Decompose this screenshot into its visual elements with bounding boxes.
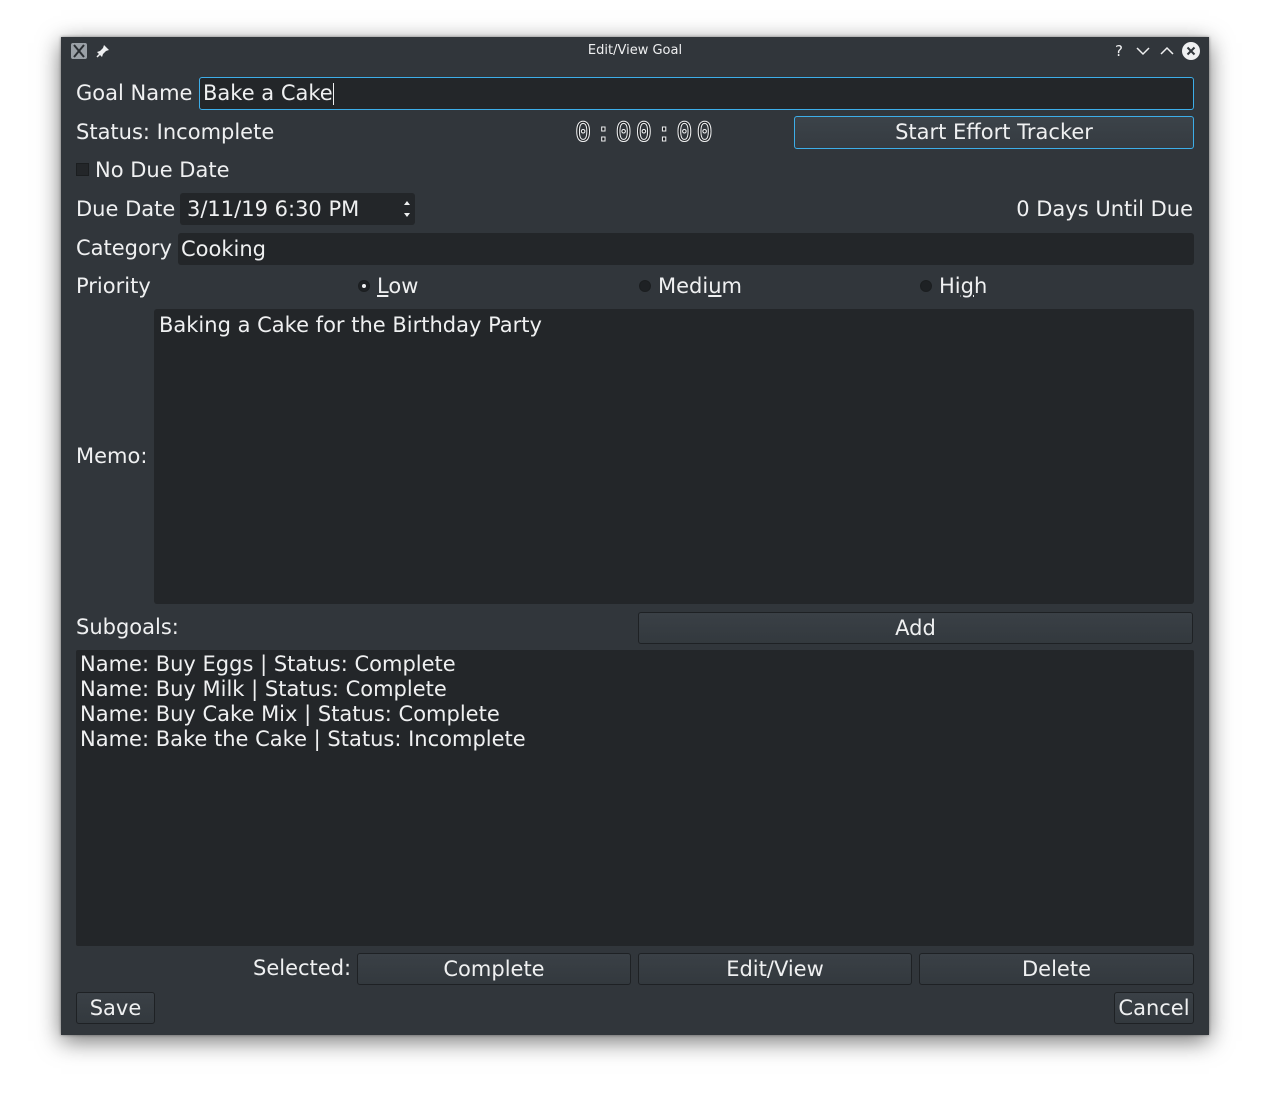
goal-name-input[interactable]: Bake a Cake [199,77,1194,110]
priority-high-radio[interactable] [920,280,932,292]
list-item[interactable]: Name: Buy Milk | Status: Complete [80,677,1190,702]
memo-textarea[interactable]: Baking a Cake for the Birthday Party [154,309,1194,604]
list-item[interactable]: Name: Buy Cake Mix | Status: Complete [80,702,1190,727]
priority-high-label[interactable]: High [939,274,987,298]
save-button[interactable]: Save [76,992,155,1024]
memo-label: Memo: [76,444,148,468]
close-icon[interactable] [1182,42,1200,60]
text-cursor [332,83,334,105]
priority-medium-label[interactable]: Medium [658,274,742,298]
priority-low-radio[interactable] [358,280,370,292]
memo-value: Baking a Cake for the Birthday Party [159,313,542,337]
help-button[interactable]: ? [1110,42,1128,60]
no-due-date-label: No Due Date [95,158,230,182]
chevron-down-icon[interactable] [1134,42,1152,60]
start-effort-tracker-button[interactable]: Start Effort Tracker [794,116,1194,149]
spinner-arrows-icon [404,201,410,217]
due-date-input[interactable]: 3/11/19 6:30 PM [180,193,415,225]
priority-label: Priority [76,274,151,298]
delete-button[interactable]: Delete [919,953,1194,985]
category-label: Category [76,236,172,260]
subgoals-label: Subgoals: [76,615,179,639]
list-item[interactable]: Name: Bake the Cake | Status: Incomplete [80,727,1190,752]
due-date-value: 3/11/19 6:30 PM [187,197,360,221]
title-bar: Edit/View Goal ? [61,37,1209,65]
subgoals-list[interactable]: Name: Buy Eggs | Status: Complete Name: … [76,650,1194,946]
priority-medium-radio[interactable] [639,280,651,292]
selected-label: Selected: [253,956,352,980]
add-subgoal-button[interactable]: Add [638,612,1193,644]
goal-name-label: Goal Name [76,81,193,105]
status-label: Status: Incomplete [76,120,275,144]
chevron-up-icon[interactable] [1158,42,1176,60]
window-title: Edit/View Goal [587,43,683,58]
days-until-due: 0 Days Until Due [1016,197,1193,221]
goal-name-value: Bake a Cake [203,81,333,105]
effort-timer: 0:00:00 [575,117,717,149]
edit-view-goal-dialog: Edit/View Goal ? Goal Name Bake a Cake S… [61,37,1209,1035]
edit-view-button[interactable]: Edit/View [638,953,912,985]
due-date-label: Due Date [76,197,176,221]
category-value: Cooking [181,237,266,261]
priority-low-label[interactable]: Low [377,274,418,298]
due-date-spinner[interactable] [401,195,413,223]
cancel-button[interactable]: Cancel [1114,992,1194,1024]
category-input[interactable]: Cooking [178,233,1194,265]
no-due-date-checkbox[interactable] [76,163,89,176]
list-item[interactable]: Name: Buy Eggs | Status: Complete [80,652,1190,677]
complete-button[interactable]: Complete [357,953,631,985]
